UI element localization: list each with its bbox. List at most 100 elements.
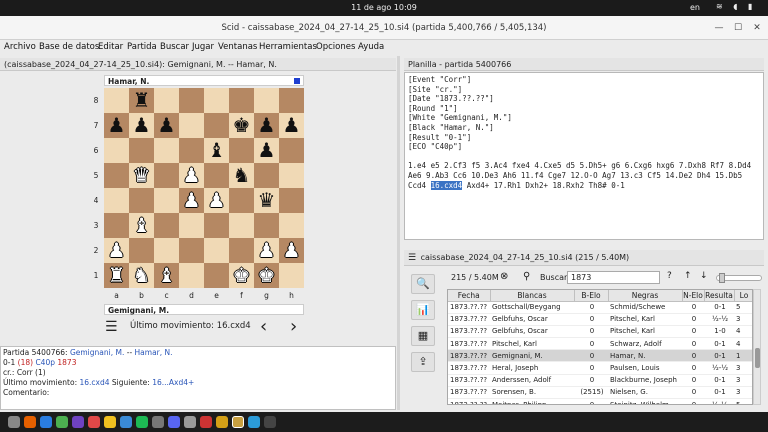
table-row[interactable]: 1873.??.?? Pitschel, Karl 0 Schwarz, Adolf 0…: [448, 337, 752, 351]
firefox-icon[interactable]: [24, 416, 36, 428]
chrome-icon[interactable]: [56, 416, 68, 428]
system-tray-icons[interactable]: ≋ ◖ ▮: [716, 2, 756, 11]
board-square-b7[interactable]: ♟: [129, 113, 154, 138]
board-square-g4[interactable]: ♛: [254, 188, 279, 213]
white-pawn-piece[interactable]: ♟: [208, 188, 226, 213]
board-square-h8[interactable]: [279, 88, 304, 113]
table-row[interactable]: 1873.??.?? Gemignani, M. 0 Hamar, N. 0 0-1 1: [448, 349, 752, 363]
app-icon-4[interactable]: [72, 416, 84, 428]
board-square-f1[interactable]: ♚: [229, 263, 254, 288]
table-scrollbar[interactable]: [753, 289, 761, 405]
black-pawn-piece[interactable]: ♟: [133, 113, 151, 138]
column-header[interactable]: Resulta: [704, 290, 735, 302]
app-icon-16[interactable]: [264, 416, 276, 428]
filter-icon[interactable]: ⚲: [523, 271, 530, 282]
board-square-a7[interactable]: ♟: [104, 113, 129, 138]
board-square-h3[interactable]: [279, 213, 304, 238]
white-pawn-piece[interactable]: ♟: [283, 238, 301, 263]
board-square-c4[interactable]: [154, 188, 179, 213]
black-pawn-piece[interactable]: ♟: [283, 113, 301, 138]
board-square-e4[interactable]: ♟: [204, 188, 229, 213]
menu-editar[interactable]: Editar: [98, 42, 123, 52]
minimize-icon[interactable]: —: [712, 22, 726, 34]
menu-partida[interactable]: Partida: [127, 42, 157, 52]
board-square-g7[interactable]: ♟: [254, 113, 279, 138]
table-row[interactable]: 1873.??.?? Gottschall/Beygang 0 Schmid/Sche…: [448, 301, 752, 314]
app-icon-9[interactable]: [152, 416, 164, 428]
board-square-h2[interactable]: ♟: [279, 238, 304, 263]
board-square-b4[interactable]: [129, 188, 154, 213]
white-rook-piece[interactable]: ♜: [108, 263, 126, 288]
app-icon-15[interactable]: [248, 416, 260, 428]
board-square-f7[interactable]: ♚: [229, 113, 254, 138]
info-black-player[interactable]: Hamar, N.: [135, 348, 173, 357]
board-square-b1[interactable]: ♞: [129, 263, 154, 288]
black-pawn-piece[interactable]: ♟: [258, 138, 276, 163]
board-square-b3[interactable]: ♝: [129, 213, 154, 238]
board-square-c1[interactable]: ♝: [154, 263, 179, 288]
column-header[interactable]: N-Elo: [682, 290, 705, 302]
board-square-e1[interactable]: [204, 263, 229, 288]
board-square-h1[interactable]: [279, 263, 304, 288]
white-king-piece[interactable]: ♚: [258, 263, 276, 288]
table-row[interactable]: 1873.??.?? Gelbfuhs, Oscar 0 Pitschel, Karl…: [448, 313, 752, 326]
app-icon-10[interactable]: [168, 416, 180, 428]
board-square-e2[interactable]: [204, 238, 229, 263]
search-input[interactable]: 1873: [567, 271, 660, 284]
board-square-a4[interactable]: [104, 188, 129, 213]
board-square-d8[interactable]: [179, 88, 204, 113]
board-square-d3[interactable]: [179, 213, 204, 238]
menu-jugar[interactable]: Jugar: [192, 42, 214, 52]
board-square-a2[interactable]: ♟: [104, 238, 129, 263]
black-knight-piece[interactable]: ♞: [233, 163, 251, 188]
pane-divider[interactable]: [397, 56, 400, 410]
board-square-g2[interactable]: ♟: [254, 238, 279, 263]
white-pawn-piece[interactable]: ♟: [183, 163, 201, 188]
board-square-g3[interactable]: [254, 213, 279, 238]
board-square-h7[interactable]: ♟: [279, 113, 304, 138]
column-header[interactable]: Negras: [608, 290, 683, 302]
board-square-f6[interactable]: [229, 138, 254, 163]
board-square-d7[interactable]: [179, 113, 204, 138]
board-square-g5[interactable]: [254, 163, 279, 188]
help-icon[interactable]: ?: [667, 271, 672, 281]
zoom-slider-handle[interactable]: [719, 273, 725, 283]
white-king-piece[interactable]: ♚: [233, 263, 251, 288]
stats-chart-icon[interactable]: 📊: [411, 300, 435, 320]
scid-icon[interactable]: [232, 416, 244, 428]
edge-icon[interactable]: [40, 416, 52, 428]
black-pawn-piece[interactable]: ♟: [258, 113, 276, 138]
pgn-moves-after[interactable]: Axd4+ 17.Rh1 Dxh2+ 18.Rxh2 Th8# 0-1: [462, 181, 625, 190]
list-menu-icon[interactable]: ☰: [408, 253, 416, 263]
board-square-a8[interactable]: [104, 88, 129, 113]
table-row[interactable]: 1873.??.?? Meitner, Philipp 0 Steinitz, Wil…: [448, 398, 752, 404]
table-row[interactable]: 1873.??.?? Gelbfuhs, Oscar 0 Pitschel, Karl…: [448, 325, 752, 339]
white-bishop-piece[interactable]: ♝: [158, 263, 176, 288]
board-square-c8[interactable]: [154, 88, 179, 113]
board-square-e6[interactable]: ♝: [204, 138, 229, 163]
column-header[interactable]: Fecha: [448, 290, 491, 302]
board-square-e8[interactable]: [204, 88, 229, 113]
menu-herramientas[interactable]: Herramientas: [259, 42, 317, 52]
export-icon[interactable]: ⇪: [411, 352, 435, 372]
board-square-a5[interactable]: [104, 163, 129, 188]
menu-ventanas[interactable]: Ventanas: [218, 42, 257, 52]
white-pawn-piece[interactable]: ♟: [258, 238, 276, 263]
table-scrollbar-thumb[interactable]: [755, 348, 760, 368]
board-square-h6[interactable]: [279, 138, 304, 163]
app-icon-5[interactable]: [88, 416, 100, 428]
board-square-a1[interactable]: ♜: [104, 263, 129, 288]
table-row[interactable]: 1873.??.?? Heral, Joseph 0 Paulsen, Louis 0 ½…: [448, 361, 752, 375]
board-square-c6[interactable]: [154, 138, 179, 163]
board-square-e3[interactable]: [204, 213, 229, 238]
pgn-text[interactable]: [Event "Corr"] [Site "cr."] [Date "1873.…: [404, 72, 764, 240]
chess-board[interactable]: ♜ ♟ ♟ ♟ ♚ ♟ ♟ ♝ ♟ ♛ ♟ ♞ ♟ ♟ ♛ ♝ ♟ ♟ ♟ ♜ ♞ ♝ ♚ ♚: [104, 88, 304, 288]
search-game-icon[interactable]: 🔍: [411, 274, 435, 294]
info-last-move[interactable]: 16.cxd4: [80, 378, 110, 387]
board-square-h5[interactable]: [279, 163, 304, 188]
black-queen-piece[interactable]: ♛: [258, 188, 276, 213]
board-square-d1[interactable]: [179, 263, 204, 288]
menu-archivo[interactable]: Archivo: [4, 42, 36, 52]
board-square-a6[interactable]: [104, 138, 129, 163]
menu-base-de-datos[interactable]: Base de datos: [39, 42, 99, 52]
